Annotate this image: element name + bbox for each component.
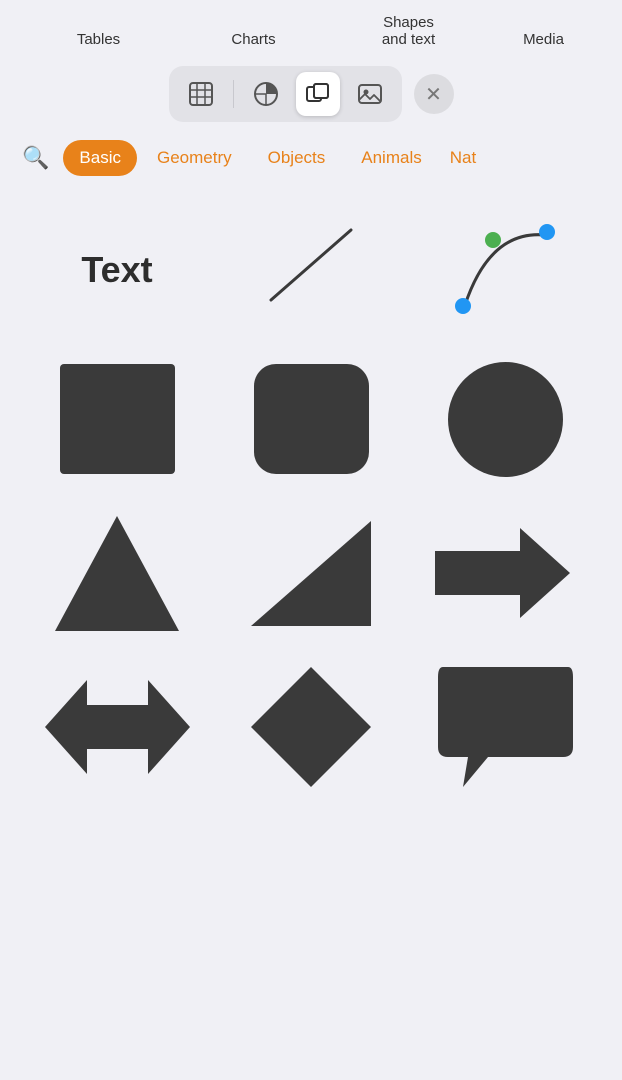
shape-text-item[interactable]: Text xyxy=(37,210,197,330)
shape-double-arrow-item[interactable] xyxy=(42,662,192,792)
rectangle-shape xyxy=(60,364,175,474)
tables-label-top: Tables xyxy=(77,31,120,48)
search-button[interactable]: 🔍 xyxy=(16,141,55,175)
circle-shape xyxy=(448,362,563,477)
tab-objects[interactable]: Objects xyxy=(252,140,342,176)
charts-label-top: Charts xyxy=(231,31,275,48)
media-button[interactable] xyxy=(348,72,392,116)
shape-line-item[interactable] xyxy=(231,210,391,330)
shape-diamond-item[interactable] xyxy=(236,662,386,792)
tables-button[interactable] xyxy=(179,72,223,116)
toolbar-divider-1 xyxy=(233,80,234,108)
shape-rounded-rect-item[interactable] xyxy=(236,354,386,484)
charts-button[interactable] xyxy=(244,72,288,116)
tab-geometry[interactable]: Geometry xyxy=(141,140,248,176)
tab-basic[interactable]: Basic xyxy=(63,140,137,176)
shape-curve-item[interactable] xyxy=(425,210,585,330)
close-icon: ✕ xyxy=(425,82,442,107)
tab-animals[interactable]: Animals xyxy=(345,140,437,176)
shapes-button[interactable] xyxy=(296,72,340,116)
shape-triangle-item[interactable] xyxy=(42,508,192,638)
shape-rectangle-item[interactable] xyxy=(42,354,192,484)
shape-circle-item[interactable] xyxy=(430,354,580,484)
shapes-label-top: Shapesand text xyxy=(382,14,435,48)
shape-right-triangle-item[interactable] xyxy=(236,508,386,638)
text-shape-label: Text xyxy=(81,249,152,291)
close-button[interactable]: ✕ xyxy=(414,74,454,114)
shape-arrow-item[interactable] xyxy=(430,508,580,638)
tab-nature[interactable]: Nat xyxy=(442,140,484,176)
search-icon: 🔍 xyxy=(22,145,49,170)
media-label-top: Media xyxy=(523,31,564,48)
triangle-shape xyxy=(55,516,179,631)
rounded-rect-shape xyxy=(254,364,369,474)
shape-speech-bubble-item[interactable] xyxy=(430,662,580,792)
